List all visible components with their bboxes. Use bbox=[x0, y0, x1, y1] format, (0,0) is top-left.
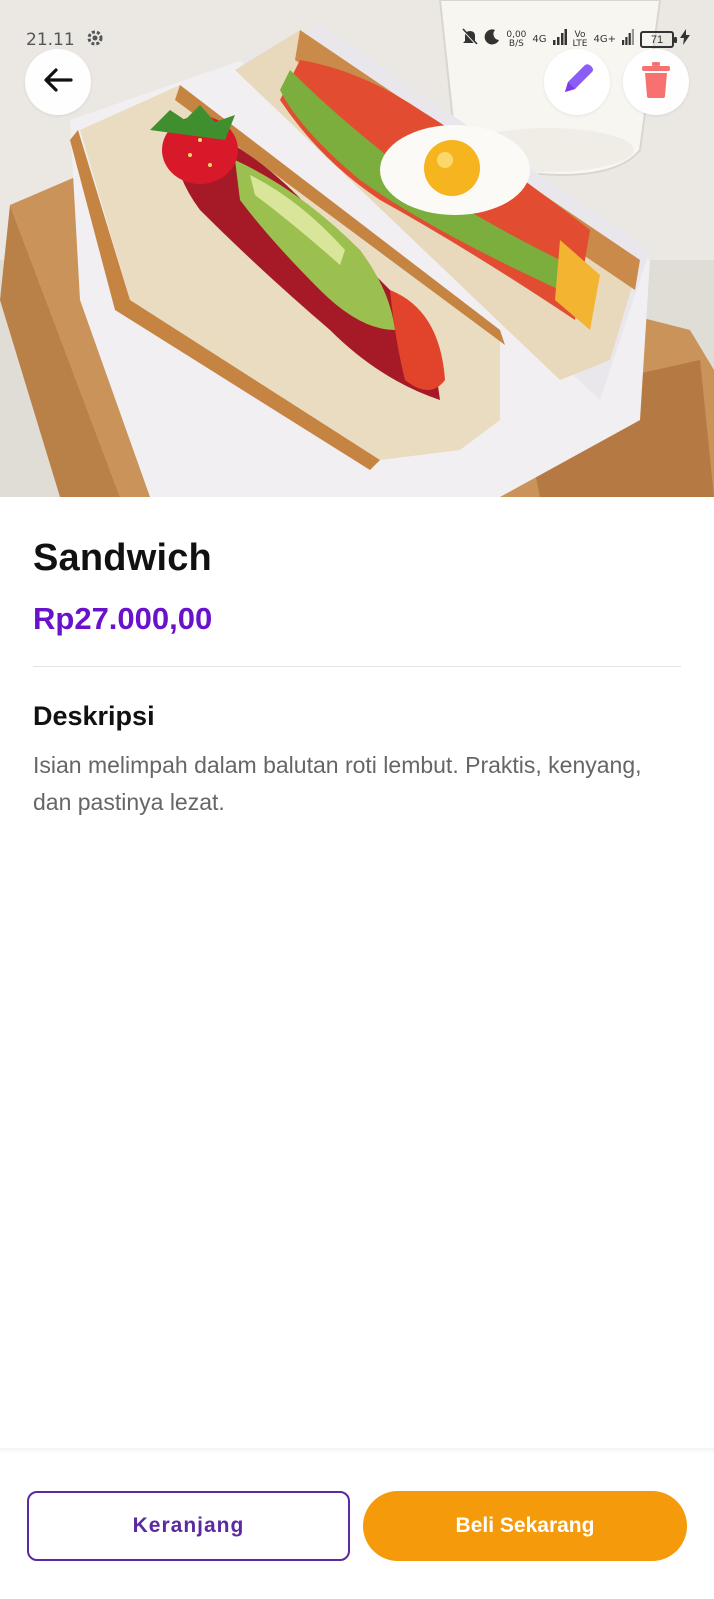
bottom-bar-divider bbox=[0, 1448, 714, 1454]
delete-button[interactable] bbox=[623, 49, 689, 115]
charging-bolt-icon bbox=[680, 29, 690, 50]
product-name: Sandwich bbox=[33, 537, 212, 579]
signal-type-2: 4G+ bbox=[593, 34, 617, 45]
buy-now-button[interactable]: Beli Sekarang bbox=[363, 1491, 687, 1561]
battery-icon: 71 bbox=[640, 31, 677, 48]
signal-type-1: 4G bbox=[532, 34, 547, 45]
do-not-disturb-moon-icon bbox=[484, 29, 500, 50]
divider bbox=[33, 666, 681, 667]
edit-button[interactable] bbox=[544, 49, 610, 115]
volte-indicator: Vo LTE bbox=[572, 29, 588, 49]
product-price: Rp27.000,00 bbox=[33, 601, 213, 636]
status-bar: 21.11 0,00 B/S 4G Vo LTE 4G+ 71 bbox=[0, 26, 714, 54]
status-time: 21.11 bbox=[26, 30, 75, 50]
signal-bars-icon bbox=[552, 29, 567, 50]
settings-gear-icon bbox=[86, 29, 104, 52]
description-text: Isian melimpah dalam balutan roti lembut… bbox=[33, 752, 642, 815]
signal-bars-2-icon bbox=[622, 29, 634, 50]
pencil-icon bbox=[557, 60, 597, 105]
add-to-cart-button[interactable]: Keranjang bbox=[27, 1491, 350, 1561]
mute-bell-icon bbox=[462, 28, 479, 51]
arrow-left-icon bbox=[43, 67, 73, 98]
net-speed: 0,00 B/S bbox=[506, 29, 527, 49]
description-heading: Deskripsi bbox=[33, 701, 155, 731]
back-button[interactable] bbox=[25, 49, 91, 115]
trash-icon bbox=[640, 61, 672, 104]
